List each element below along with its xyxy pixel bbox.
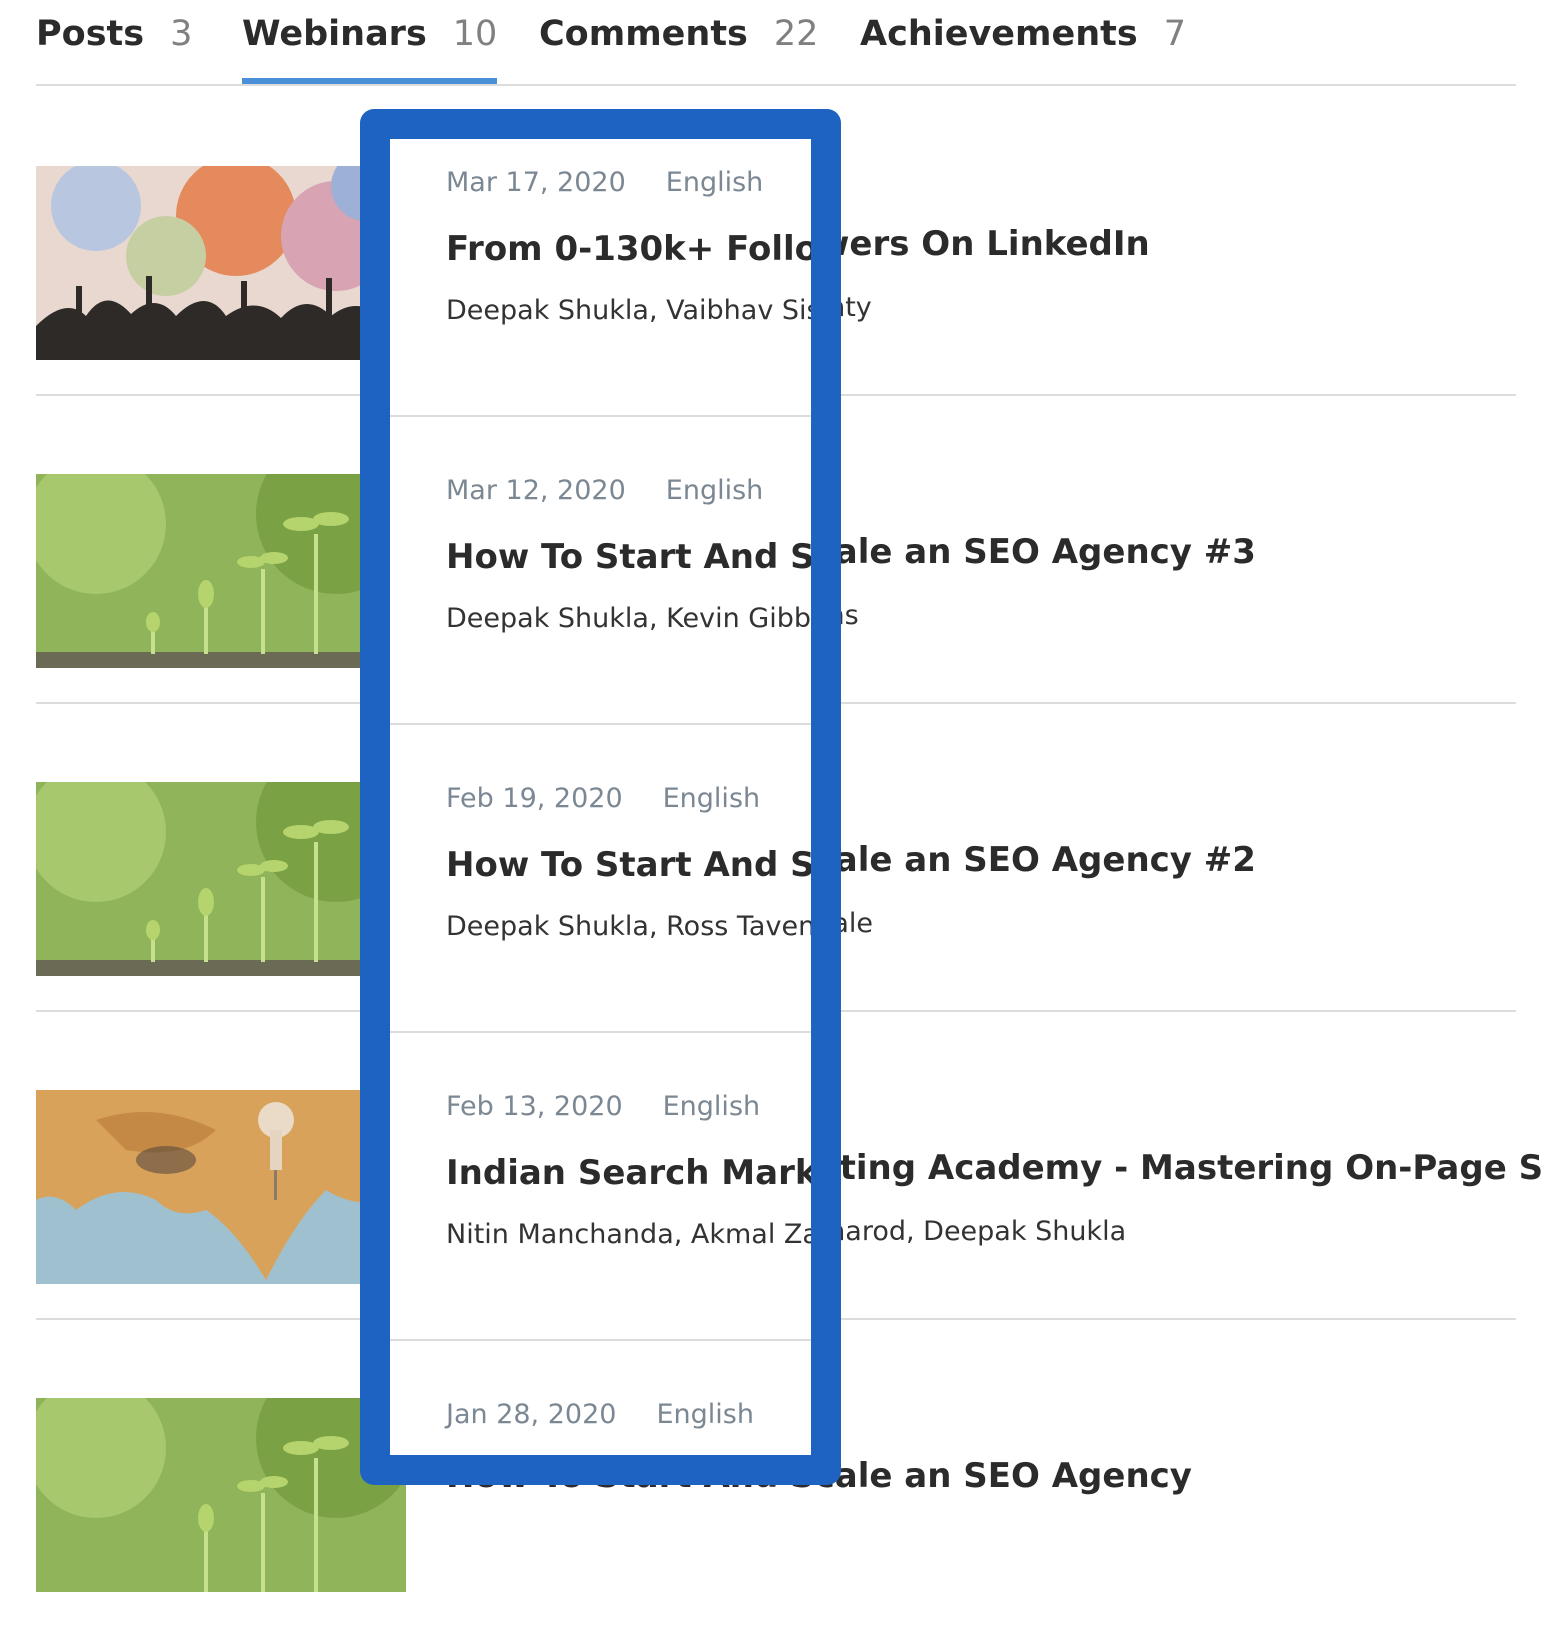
webinar-date: Mar 12, 2020 [446,475,626,506]
webinar-thumbnail[interactable] [36,166,406,360]
webinar-thumbnail[interactable] [36,474,406,668]
row-divider [390,1339,811,1341]
map-image [36,1090,406,1284]
profile-tabs: Posts 3 Webinars 10 Comments 22 Achievement… [36,0,1516,86]
tab-count: 3 [170,14,193,54]
tab-achievements[interactable]: Achievements 7 [860,14,1186,84]
highlighted-meta: Jan 28, 2020 English [446,1399,754,1430]
tab-count: 22 [773,14,819,54]
seedlings-image [36,474,406,668]
highlighted-meta: Feb 19, 2020 English [446,783,760,814]
webinar-language: English [665,475,764,506]
seedlings-image [36,782,406,976]
highlighted-title: From 0-130k+ Followers On LinkedIn [446,229,818,269]
webinar-date: Feb 19, 2020 [446,783,623,814]
webinar-thumbnail[interactable] [36,1090,406,1284]
highlighted-authors: Deepak Shukla, Kevin Gibbons [446,603,841,634]
row-divider [390,723,811,725]
webinar-language: English [665,167,764,198]
tab-label: Achievements [860,14,1138,54]
webinar-date: Jan 28, 2020 [446,1399,617,1430]
highlight-box: Mar 17, 2020 English From 0-130k+ Followe… [360,109,841,1485]
crowd-image [36,166,406,360]
tab-label: Posts [36,14,145,54]
highlighted-title: How To Start And Scale an SEO Agency #2 [446,845,835,885]
webinar-date: Mar 17, 2020 [446,167,626,198]
webinar-language: English [656,1399,754,1430]
seedlings-image [36,1398,406,1592]
tab-comments[interactable]: Comments 22 [539,14,818,84]
tab-count: 10 [452,14,498,54]
highlighted-authors: Nitin Manchanda, Akmal Zamarod, Deepak S… [446,1219,819,1250]
highlighted-meta: Mar 17, 2020 English [446,167,763,198]
tab-webinars[interactable]: Webinars 10 [242,14,498,84]
tab-count: 7 [1163,14,1187,54]
tab-label: Webinars [242,14,427,54]
highlighted-authors: Deepak Shukla, Ross Tavendale [446,911,841,942]
tab-posts[interactable]: Posts 3 [36,14,192,84]
webinar-thumbnail[interactable] [36,782,406,976]
webinar-language: English [662,1091,761,1122]
webinar-thumbnail[interactable] [36,1398,406,1592]
highlighted-title: Indian Search Marketing Academy - Master… [446,1153,840,1193]
highlighted-meta: Feb 13, 2020 English [446,1091,760,1122]
row-divider [390,1031,811,1033]
row-divider [390,415,811,417]
highlighted-authors: Deepak Shukla, Vaibhav Sisinty [446,295,841,326]
tab-label: Comments [539,14,748,54]
webinar-date: Feb 13, 2020 [446,1091,623,1122]
webinar-language: English [662,783,761,814]
highlighted-meta: Mar 12, 2020 English [446,475,763,506]
highlighted-title: How To Start And Scale an SEO Agency #3 [446,537,835,577]
